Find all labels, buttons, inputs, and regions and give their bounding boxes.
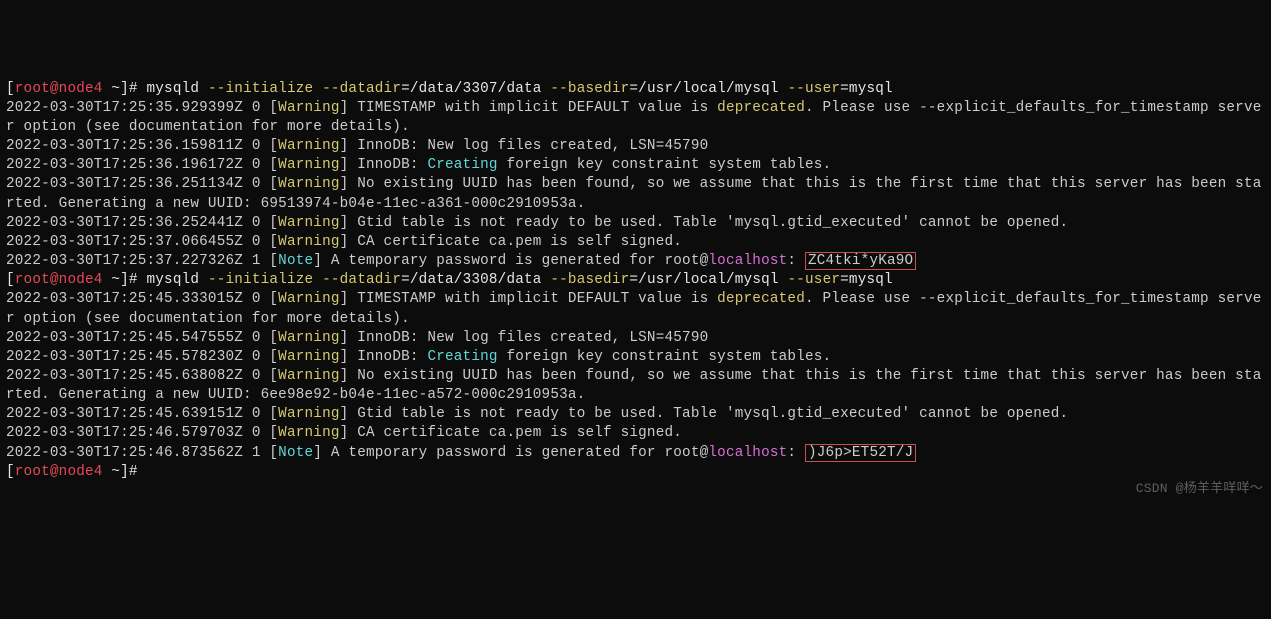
log-level-warning: Warning bbox=[278, 349, 339, 365]
log-level-note: Note bbox=[278, 445, 313, 461]
terminal-output[interactable]: [root@node4 ~]# mysqld --initialize --da… bbox=[6, 80, 1265, 482]
log-ts: 2022-03-30T17:25:45.547555Z 0 [ bbox=[6, 330, 278, 346]
prompt-bracket: [ bbox=[6, 272, 15, 288]
log-text: : bbox=[787, 445, 805, 461]
log-level-warning: Warning bbox=[278, 100, 339, 116]
log-text: ] InnoDB: bbox=[340, 349, 428, 365]
prompt-path: ~ bbox=[111, 272, 120, 288]
log-text: : bbox=[787, 253, 805, 269]
log-ts: 2022-03-30T17:25:36.196172Z 0 [ bbox=[6, 157, 278, 173]
log-level-warning: Warning bbox=[278, 138, 339, 154]
prompt-userhost: root@node4 bbox=[15, 272, 112, 288]
prompt-bracket: ]# bbox=[120, 272, 138, 288]
log-ts: 2022-03-30T17:25:45.639151Z 0 [ bbox=[6, 406, 278, 422]
log-text: ] Gtid table is not ready to be used. Ta… bbox=[340, 215, 1069, 231]
log-ts: 2022-03-30T17:25:45.333015Z 0 [ bbox=[6, 291, 278, 307]
log-text: ] InnoDB: New log files created, LSN=457… bbox=[340, 330, 709, 346]
cmd-bin: mysqld bbox=[138, 272, 208, 288]
log-text: ] A temporary password is generated for … bbox=[313, 445, 708, 461]
cmd-flag: --initialize bbox=[208, 272, 313, 288]
prompt-userhost: root@node4 bbox=[15, 81, 112, 97]
cmd-val: =mysql bbox=[840, 81, 893, 97]
log-ts: 2022-03-30T17:25:36.159811Z 0 [ bbox=[6, 138, 278, 154]
log-level-warning: Warning bbox=[278, 176, 339, 192]
log-level-note: Note bbox=[278, 253, 313, 269]
log-ts: 2022-03-30T17:25:46.579703Z 0 [ bbox=[6, 425, 278, 441]
temp-password: ZC4tki*yKa9O bbox=[805, 252, 916, 270]
cmd-flag: --basedir bbox=[550, 272, 629, 288]
cmd-flag: --user bbox=[787, 81, 840, 97]
prompt-bracket: ]# bbox=[120, 81, 138, 97]
log-text: ] CA certificate ca.pem is self signed. bbox=[340, 234, 682, 250]
log-keyword: Creating bbox=[427, 349, 497, 365]
log-text: ] CA certificate ca.pem is self signed. bbox=[340, 425, 682, 441]
log-ts: 2022-03-30T17:25:37.066455Z 0 [ bbox=[6, 234, 278, 250]
log-text: foreign key constraint system tables. bbox=[498, 157, 832, 173]
log-ts: 2022-03-30T17:25:45.578230Z 0 [ bbox=[6, 349, 278, 365]
log-text: ] Gtid table is not ready to be used. Ta… bbox=[340, 406, 1069, 422]
log-level-warning: Warning bbox=[278, 234, 339, 250]
cmd-flag: --initialize bbox=[208, 81, 313, 97]
log-level-warning: Warning bbox=[278, 330, 339, 346]
cmd-val: =/usr/local/mysql bbox=[629, 81, 787, 97]
log-text: ] InnoDB: bbox=[340, 157, 428, 173]
log-level-warning: Warning bbox=[278, 157, 339, 173]
log-level-warning: Warning bbox=[278, 425, 339, 441]
log-text: ] InnoDB: New log files created, LSN=457… bbox=[340, 138, 709, 154]
cmd-val: =/usr/local/mysql bbox=[629, 272, 787, 288]
log-ts: 2022-03-30T17:25:37.227326Z 1 [ bbox=[6, 253, 278, 269]
log-keyword: deprecated bbox=[717, 291, 805, 307]
log-text: ] TIMESTAMP with implicit DEFAULT value … bbox=[340, 291, 718, 307]
prompt-bracket: ]# bbox=[120, 464, 138, 480]
watermark: CSDN @杨羊羊咩咩～ bbox=[1136, 480, 1263, 497]
prompt-bracket: [ bbox=[6, 464, 15, 480]
prompt-bracket: [ bbox=[6, 81, 15, 97]
prompt-userhost: root@node4 bbox=[15, 464, 112, 480]
log-text: ] A temporary password is generated for … bbox=[313, 253, 708, 269]
log-keyword: deprecated bbox=[717, 100, 805, 116]
log-ts: 2022-03-30T17:25:46.873562Z 1 [ bbox=[6, 445, 278, 461]
cmd-flag: --datadir bbox=[313, 272, 401, 288]
cmd-flag: --basedir bbox=[550, 81, 629, 97]
temp-password: )J6p>ET52T/J bbox=[805, 444, 916, 462]
log-level-warning: Warning bbox=[278, 368, 339, 384]
cmd-flag: --user bbox=[787, 272, 840, 288]
cmd-val: =mysql bbox=[840, 272, 893, 288]
cmd-val: =/data/3307/data bbox=[401, 81, 550, 97]
log-host: localhost bbox=[708, 445, 787, 461]
log-text: ] TIMESTAMP with implicit DEFAULT value … bbox=[340, 100, 718, 116]
log-ts: 2022-03-30T17:25:35.929399Z 0 [ bbox=[6, 100, 278, 116]
log-host: localhost bbox=[708, 253, 787, 269]
log-level-warning: Warning bbox=[278, 406, 339, 422]
log-text: foreign key constraint system tables. bbox=[498, 349, 832, 365]
cmd-val: =/data/3308/data bbox=[401, 272, 550, 288]
log-level-warning: Warning bbox=[278, 291, 339, 307]
cmd-flag: --datadir bbox=[313, 81, 401, 97]
cmd-bin: mysqld bbox=[138, 81, 208, 97]
log-ts: 2022-03-30T17:25:45.638082Z 0 [ bbox=[6, 368, 278, 384]
log-keyword: Creating bbox=[427, 157, 497, 173]
prompt-path: ~ bbox=[111, 464, 120, 480]
log-ts: 2022-03-30T17:25:36.252441Z 0 [ bbox=[6, 215, 278, 231]
prompt-path: ~ bbox=[111, 81, 120, 97]
log-level-warning: Warning bbox=[278, 215, 339, 231]
log-ts: 2022-03-30T17:25:36.251134Z 0 [ bbox=[6, 176, 278, 192]
